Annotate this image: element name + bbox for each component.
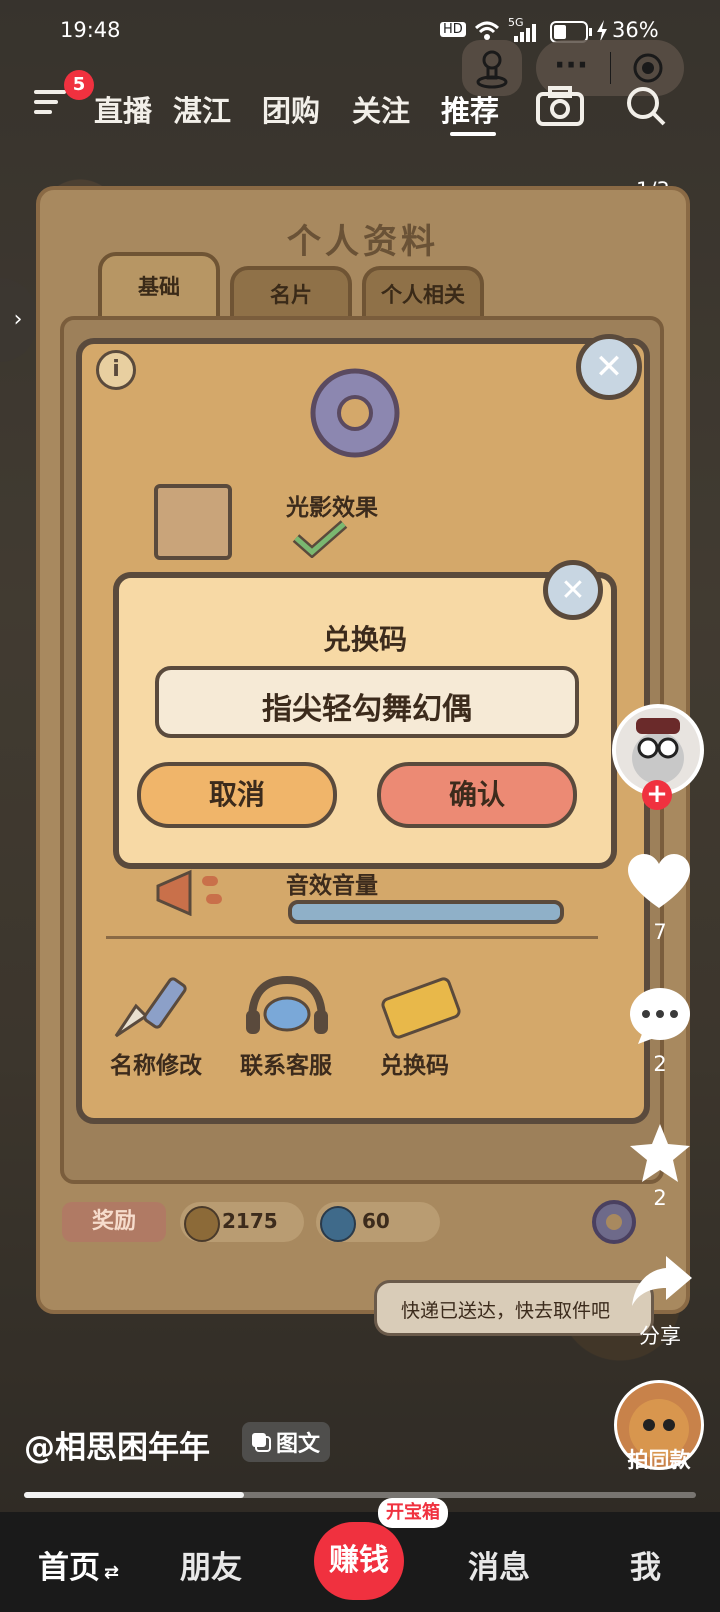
redeem-dialog-title: 兑换码 bbox=[322, 623, 407, 656]
coin-amount: 2175 bbox=[222, 1209, 278, 1233]
delivery-toast: 快递已送达，快去取件吧 bbox=[374, 1280, 654, 1336]
camera-icon[interactable] bbox=[536, 86, 584, 130]
speaker-icon bbox=[154, 866, 234, 920]
pencil-icon bbox=[114, 977, 187, 1038]
redeem-code-label[interactable]: 兑换码 bbox=[380, 1046, 449, 1080]
more-menu-button[interactable]: ··· bbox=[554, 48, 588, 83]
redeem-code-value: 指尖轻勾舞幻偶 bbox=[262, 692, 472, 727]
redeem-close-button[interactable]: ✕ bbox=[543, 560, 603, 620]
like-count: 7 bbox=[653, 920, 667, 944]
customer-service-label[interactable]: 联系客服 bbox=[240, 1046, 332, 1080]
tab-zhanjiang[interactable]: 湛江 bbox=[173, 88, 231, 130]
post-type-label: 图文 bbox=[276, 1432, 321, 1457]
gem-counter: 60 bbox=[316, 1202, 440, 1242]
share-icon[interactable] bbox=[630, 1252, 694, 1312]
bottom-nav: 首页 ⇄ 朋友 赚钱 开宝箱 消息 我 bbox=[0, 1498, 720, 1612]
battery-level: 36% bbox=[612, 18, 659, 42]
comment-icon[interactable] bbox=[628, 986, 692, 1050]
redeem-code-button[interactable] bbox=[372, 974, 472, 1048]
hd-badge: HD bbox=[440, 22, 466, 37]
close-icon: ✕ bbox=[594, 347, 624, 387]
coin-counter: 2175 bbox=[180, 1202, 304, 1242]
image-stack-icon bbox=[252, 1433, 271, 1452]
close-mini-program-icon[interactable] bbox=[632, 52, 664, 84]
coin-icon bbox=[184, 1206, 220, 1242]
capsule-divider bbox=[610, 52, 611, 84]
switch-arrows-icon: ⇄ bbox=[104, 1562, 120, 1583]
chevron-right-icon: › bbox=[13, 307, 23, 332]
settings-close-button[interactable]: ✕ bbox=[576, 334, 642, 400]
nav-friends[interactable]: 朋友 bbox=[180, 1542, 242, 1587]
nav-earn-button[interactable]: 赚钱 bbox=[314, 1522, 404, 1600]
like-heart-icon[interactable] bbox=[626, 852, 692, 916]
cancel-button[interactable]: 取消 bbox=[137, 762, 337, 828]
image-progress-track[interactable] bbox=[24, 1492, 696, 1498]
ticket-icon bbox=[381, 977, 461, 1039]
info-icon[interactable]: i bbox=[96, 350, 136, 390]
tab-live[interactable]: 直播 bbox=[94, 88, 152, 130]
same-style-label[interactable]: 拍同款 bbox=[616, 1444, 702, 1474]
tab-following[interactable]: 关注 bbox=[352, 88, 410, 130]
nav-messages[interactable]: 消息 bbox=[468, 1542, 530, 1587]
checkmark-icon[interactable] bbox=[292, 518, 348, 562]
rename-label[interactable]: 名称修改 bbox=[110, 1046, 202, 1080]
reward-label: 奖励 bbox=[62, 1202, 166, 1242]
post-author[interactable]: @相思困年年 bbox=[24, 1422, 210, 1467]
notification-badge: 5 bbox=[64, 70, 94, 100]
sound-volume-label: 音效音量 bbox=[286, 873, 378, 899]
settings-gear-large-icon bbox=[300, 358, 410, 472]
redeem-dialog: ✕ 兑换码 指尖轻勾舞幻偶 取消 确认 bbox=[113, 560, 617, 869]
rename-button[interactable] bbox=[106, 976, 206, 1050]
nav-me[interactable]: 我 bbox=[630, 1542, 661, 1587]
gem-amount: 60 bbox=[362, 1209, 390, 1233]
active-tab-indicator bbox=[450, 132, 496, 136]
sound-volume-slider[interactable] bbox=[288, 900, 564, 924]
close-icon: ✕ bbox=[560, 572, 586, 608]
mini-program-joystick-button[interactable] bbox=[462, 40, 522, 96]
image-progress-fill bbox=[24, 1492, 244, 1498]
tab-group-buy[interactable]: 团购 bbox=[262, 88, 320, 130]
confirm-button[interactable]: 确认 bbox=[377, 762, 577, 828]
nav-home[interactable]: 首页 ⇄ bbox=[38, 1542, 119, 1587]
follow-plus-button[interactable]: + bbox=[642, 780, 672, 810]
customer-service-button[interactable] bbox=[242, 974, 332, 1048]
share-label[interactable]: 分享 bbox=[620, 1320, 700, 1350]
joystick-icon bbox=[476, 50, 508, 89]
comment-count: 2 bbox=[653, 1052, 667, 1076]
headset-icon bbox=[246, 975, 328, 1034]
status-time: 19:48 bbox=[60, 18, 121, 42]
post-type-badge: 图文 bbox=[242, 1422, 331, 1462]
tab-basic[interactable]: 基础 bbox=[98, 252, 220, 326]
gem-icon bbox=[320, 1206, 356, 1242]
earn-treasure-badge: 开宝箱 bbox=[378, 1498, 448, 1528]
lighting-effect-label: 光影效果 bbox=[286, 495, 378, 521]
nav-home-label: 首页 bbox=[38, 1550, 100, 1586]
divider bbox=[106, 936, 598, 939]
search-icon[interactable] bbox=[624, 84, 668, 132]
favorite-star-icon[interactable] bbox=[628, 1122, 692, 1188]
redeem-code-input[interactable]: 指尖轻勾舞幻偶 bbox=[155, 666, 579, 738]
lighting-door-icon bbox=[154, 484, 232, 560]
favorite-count: 2 bbox=[653, 1186, 667, 1210]
